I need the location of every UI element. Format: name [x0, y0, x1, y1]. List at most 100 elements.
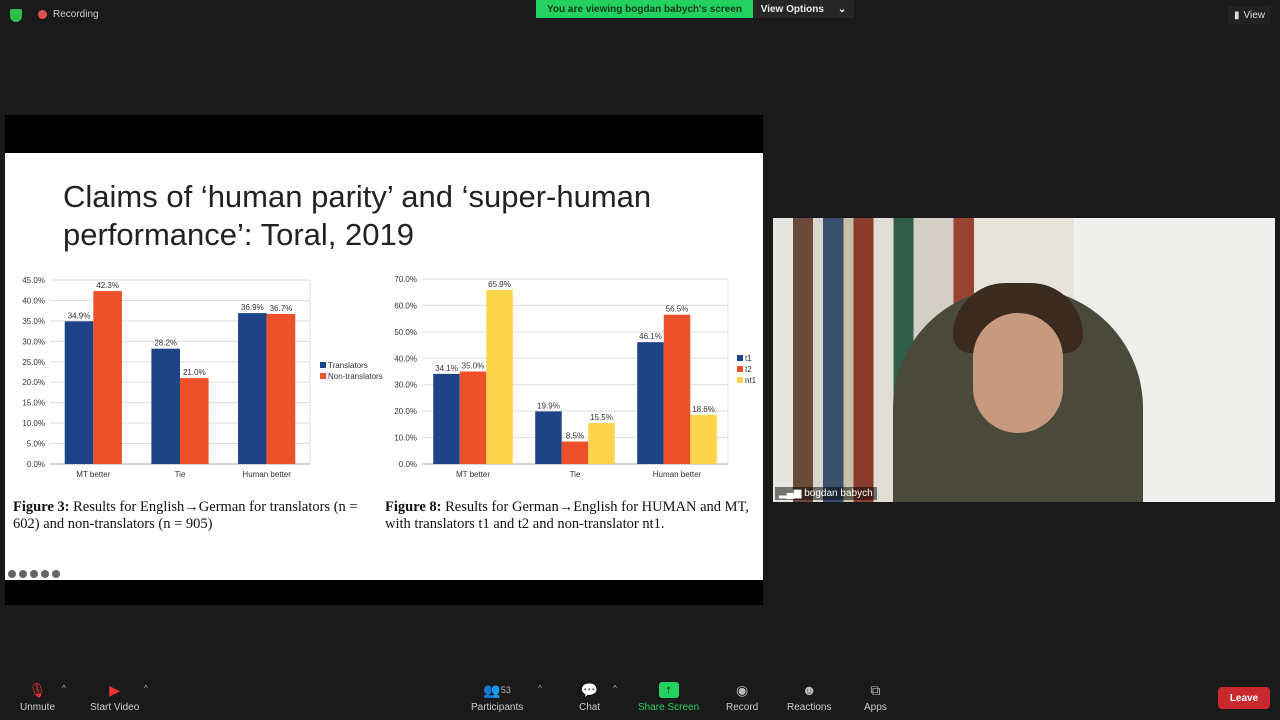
prev-icon[interactable]: [8, 570, 16, 578]
bar-nt1: [588, 423, 615, 464]
legend-label: Translators: [328, 361, 368, 370]
chat-button[interactable]: 💬 Chat: [579, 681, 601, 714]
unmute-label: Unmute: [20, 702, 56, 713]
data-label: 28.2%: [154, 339, 177, 348]
legend-label: t1: [745, 354, 752, 363]
y-tick-label: 35.0%: [22, 317, 45, 326]
apps-button[interactable]: ⧉ Apps: [864, 682, 887, 714]
bar-t2: [561, 441, 589, 464]
slide-controls[interactable]: [8, 570, 60, 578]
view-label: View: [1243, 9, 1266, 21]
chat-icon: 💬: [580, 681, 599, 698]
share-screen-icon: ↑: [658, 682, 679, 698]
video-options-caret-icon[interactable]: ^: [144, 684, 148, 693]
x-tick-label: Human better: [242, 470, 291, 479]
record-button[interactable]: ◉ Record: [726, 682, 759, 714]
legend-label: t2: [745, 365, 752, 374]
participants-count: 53: [500, 685, 511, 695]
legend-swatch: [737, 377, 743, 383]
participants-caret-icon[interactable]: ^: [538, 684, 542, 693]
y-tick-label: 70.0%: [394, 275, 417, 284]
y-tick-label: 50.0%: [394, 328, 417, 337]
view-button[interactable]: ▮ View: [1228, 6, 1272, 24]
data-label: 18.6%: [692, 405, 715, 414]
more-icon[interactable]: [41, 570, 49, 578]
participants-label: Participants: [471, 702, 524, 713]
caption-label: Figure 3:: [13, 499, 70, 515]
bar-t2: [663, 314, 691, 464]
chart-figure-8: 0.0% 10.0% 20.0% 30.0% 40.0% 50.0% 60.0% 70.0% M…: [394, 275, 757, 479]
y-tick-label: 20.0%: [22, 378, 45, 387]
bar-t1: [433, 373, 460, 464]
y-tick-label: 40.0%: [22, 296, 45, 305]
next-icon[interactable]: [52, 570, 60, 578]
bar-nt1: [486, 289, 513, 464]
caption-label: Figure 8:: [385, 499, 442, 515]
recording-label: Recording: [53, 9, 99, 20]
data-label: 34.1%: [435, 364, 458, 373]
video-tile[interactable]: ▂▄▆ bogdan babych: [773, 218, 1275, 502]
bar-t1: [535, 411, 562, 464]
view-options-button[interactable]: View Options ⌄: [753, 0, 854, 18]
legend-swatch: [320, 373, 326, 379]
data-label: 15.5%: [590, 413, 613, 422]
legend-swatch: [320, 362, 326, 368]
bar-translators: [151, 348, 180, 464]
data-label: 19.9%: [537, 401, 560, 410]
security-shield-icon[interactable]: [10, 9, 22, 22]
microphone-muted-icon: 🎙: [28, 681, 47, 698]
bar-translators: [238, 313, 267, 464]
reactions-label: Reactions: [787, 702, 832, 713]
participant-face: [973, 313, 1063, 433]
y-tick-label: 0.0%: [399, 460, 417, 469]
chat-caret-icon[interactable]: ^: [613, 684, 617, 693]
y-tick-label: 30.0%: [22, 337, 45, 346]
caption-figure-3: Figure 3: Results for English→German for…: [13, 499, 383, 533]
pen-icon[interactable]: [19, 570, 27, 578]
recording-indicator[interactable]: Recording: [38, 9, 99, 20]
view-icon: ▮: [1234, 9, 1240, 21]
participant-name-label: bogdan babych: [804, 488, 873, 499]
data-label: 35.0%: [462, 362, 485, 371]
y-tick-label: 60.0%: [394, 301, 417, 310]
view-options-label: View Options: [760, 3, 824, 15]
start-video-label: Start Video: [90, 702, 140, 713]
participants-button[interactable]: 👥 53 Participants: [471, 681, 524, 714]
data-label: 46.1%: [639, 332, 662, 341]
data-label: 8.5%: [566, 432, 584, 441]
viewing-banner: You are viewing bogdan babych's screen: [536, 0, 753, 18]
share-screen-button[interactable]: ↑ Share Screen: [638, 682, 699, 713]
legend-label: nt1: [745, 376, 757, 385]
y-tick-label: 40.0%: [394, 354, 417, 363]
slides-icon[interactable]: [30, 570, 38, 578]
bar-t1: [637, 342, 664, 464]
data-label: 36.9%: [241, 303, 264, 312]
x-tick-label: Human better: [653, 470, 702, 479]
start-video-button[interactable]: ▶ Start Video: [90, 681, 140, 714]
y-tick-label: 30.0%: [394, 381, 417, 390]
bar-non-translators: [180, 378, 209, 464]
share-screen-label: Share Screen: [638, 702, 700, 713]
audio-options-caret-icon[interactable]: ^: [62, 684, 66, 693]
video-off-icon: ▶: [109, 681, 121, 698]
data-label: 65.9%: [488, 280, 511, 289]
legend-label: Non-translators: [328, 372, 383, 381]
unmute-button[interactable]: 🎙 Unmute: [20, 681, 56, 714]
bar-t2: [459, 371, 487, 464]
chart-figure-3: 0.0% 5.0% 10.0% 15.0% 20.0% 25.0% 30.0% 35.0% 40…: [22, 276, 383, 479]
legend-swatch: [737, 355, 743, 361]
bar-nt1: [690, 414, 717, 464]
participants-icon: 👥 53: [483, 681, 511, 698]
record-label: Record: [726, 702, 759, 713]
x-tick-label: Tie: [570, 470, 581, 479]
leave-button[interactable]: Leave: [1218, 687, 1270, 709]
y-tick-label: 15.0%: [22, 399, 45, 408]
chat-label: Chat: [579, 702, 601, 713]
y-tick-label: 20.0%: [394, 407, 417, 416]
recording-icon: [38, 10, 47, 19]
chevron-down-icon: ⌄: [837, 3, 847, 15]
bar-translators: [64, 321, 94, 464]
data-label: 56.5%: [666, 305, 689, 314]
apps-label: Apps: [864, 702, 887, 713]
reactions-button[interactable]: ☻ Reactions: [787, 682, 831, 713]
